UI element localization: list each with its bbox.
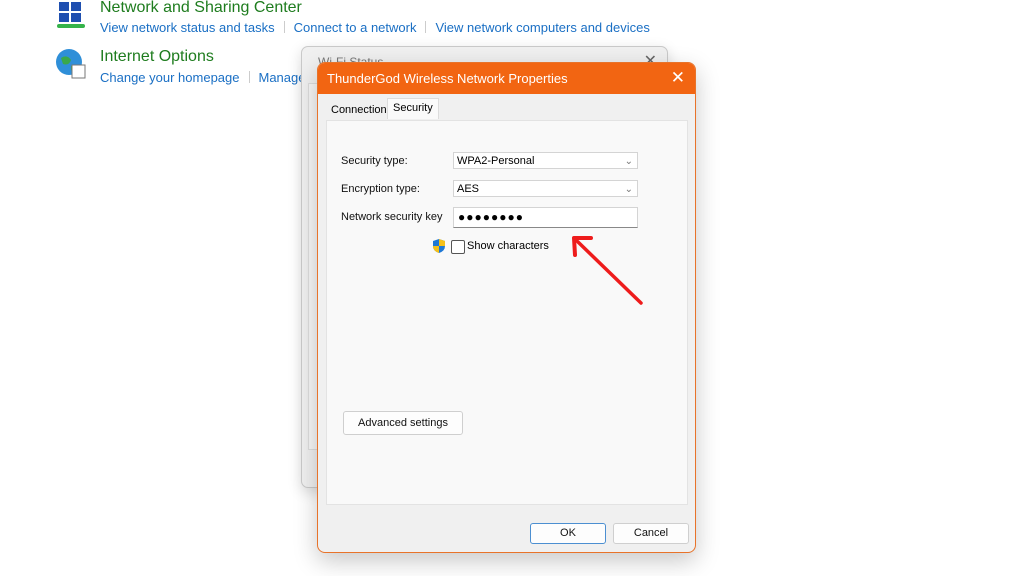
- uac-shield-icon: [433, 239, 445, 253]
- red-arrow-icon: [572, 236, 643, 305]
- cancel-button[interactable]: Cancel: [613, 523, 689, 544]
- globe-icon: [56, 49, 86, 79]
- network-sharing-title[interactable]: Network and Sharing Center: [100, 0, 302, 17]
- separator: [425, 21, 427, 33]
- chevron-down-icon: ⌄: [624, 184, 633, 195]
- network-sharing-links: View network status and tasks Connect to …: [100, 20, 650, 35]
- internet-options-links: Change your homepage Manage b: [100, 70, 316, 85]
- connect-network-link[interactable]: Connect to a network: [294, 20, 417, 35]
- dialog-title: ThunderGod Wireless Network Properties: [327, 71, 568, 86]
- view-network-status-link[interactable]: View network status and tasks: [100, 20, 275, 35]
- separator: [283, 21, 285, 33]
- show-characters-label[interactable]: Show characters: [467, 240, 549, 252]
- ok-button[interactable]: OK: [530, 523, 606, 544]
- security-type-select[interactable]: WPA2-Personal ⌄: [453, 152, 638, 169]
- chevron-down-icon: ⌄: [624, 156, 633, 167]
- internet-options-title[interactable]: Internet Options: [100, 48, 214, 66]
- view-network-computers-link[interactable]: View network computers and devices: [435, 20, 649, 35]
- title-bar: ThunderGod Wireless Network Properties ✕: [318, 63, 695, 94]
- change-homepage-link[interactable]: Change your homepage: [100, 70, 240, 85]
- tab-connection[interactable]: Connection: [327, 101, 391, 119]
- tab-security[interactable]: Security: [387, 98, 439, 119]
- security-panel: Security type: WPA2-Personal ⌄ Encryptio…: [326, 120, 688, 505]
- separator: [248, 71, 250, 83]
- encryption-type-value: AES: [457, 183, 480, 195]
- security-type-label: Security type:: [341, 155, 408, 167]
- encryption-type-label: Encryption type:: [341, 183, 420, 195]
- advanced-settings-button[interactable]: Advanced settings: [343, 411, 463, 435]
- network-key-label: Network security key: [341, 211, 443, 223]
- security-type-value: WPA2-Personal: [457, 155, 535, 167]
- encryption-type-select[interactable]: AES ⌄: [453, 180, 638, 197]
- network-icon: [57, 2, 85, 28]
- show-characters-checkbox[interactable]: [451, 240, 465, 254]
- close-icon[interactable]: ✕: [671, 68, 685, 88]
